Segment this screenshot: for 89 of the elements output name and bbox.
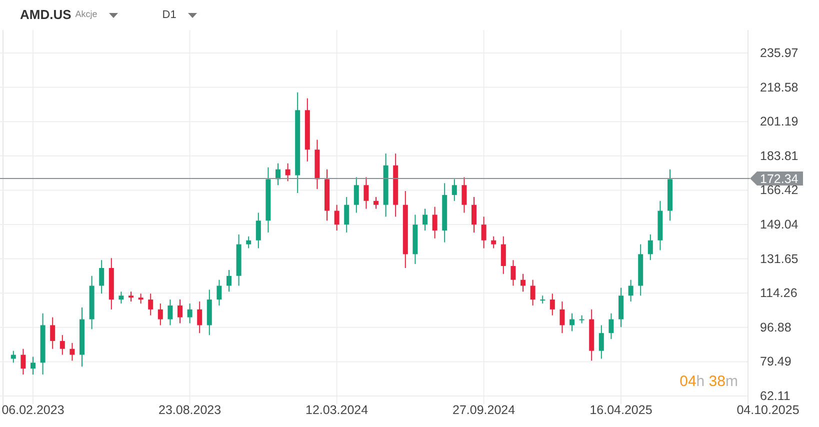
candlestick: [452, 178, 457, 202]
candlestick: [324, 168, 330, 222]
candlestick: [550, 293, 555, 316]
candlestick: [658, 200, 663, 251]
caret-icon[interactable]: [188, 12, 198, 18]
candlestick: [236, 234, 242, 286]
candlestick: [30, 356, 36, 376]
price-axis-label: 131.65: [760, 252, 798, 266]
date-axis-label: 06.02.2023: [2, 403, 64, 417]
asset-type-label: Akcje: [75, 8, 98, 22]
price-axis-label: 96.88: [760, 320, 792, 334]
candlestick: [481, 216, 486, 249]
candlestick: [570, 312, 574, 332]
candlestick: [344, 196, 350, 233]
candlestick: [579, 314, 584, 324]
candlestick: [304, 98, 310, 162]
date-axis-label: 27.09.2024: [452, 403, 516, 417]
price-axis-label: 62.11: [760, 389, 790, 403]
candlestick: [276, 162, 280, 186]
candlestick: [226, 269, 232, 292]
candlestick: [178, 299, 182, 324]
candlestick: [187, 303, 192, 324]
candlestick: [80, 306, 84, 368]
price-axis-label: 149.04: [760, 218, 798, 232]
date-axis-label: 16.04.2025: [590, 403, 652, 417]
symbol-label: AMD.US: [20, 6, 72, 24]
countdown-timer: 04h 38m: [680, 373, 738, 390]
candlestick: [108, 258, 114, 310]
candlestick: [364, 176, 369, 210]
candlestick: [285, 162, 290, 182]
candlestick: [530, 279, 536, 306]
candlestick: [589, 308, 594, 362]
price-axis-label: 79.49: [760, 354, 792, 369]
candlestick: [618, 287, 624, 328]
candlestick: [168, 299, 173, 326]
candlestick: [99, 260, 104, 294]
candlestick: [60, 334, 65, 356]
candlestick: [472, 196, 476, 233]
caret-icon[interactable]: [109, 12, 118, 18]
candlestick: [314, 139, 320, 190]
price-axis-label: 235.97: [760, 46, 798, 60]
candlestick: [628, 279, 634, 302]
price-axis-label: 114.26: [760, 286, 798, 300]
candlestick: [598, 324, 604, 360]
candlestick: [383, 153, 388, 218]
candlestick: [540, 295, 546, 304]
candlestick: [158, 303, 163, 326]
candlestick: [560, 301, 565, 334]
price-axis-label: 201.19: [760, 114, 798, 129]
candlestick: [422, 208, 428, 231]
candlestick: [20, 348, 26, 376]
candlestick: [216, 279, 222, 306]
date-axis-label: 04.10.2025: [736, 403, 800, 417]
candlestick: [668, 168, 672, 222]
candlestick: [354, 176, 359, 214]
candlestick: [40, 312, 46, 376]
candlestick: [393, 153, 398, 218]
candlestick: [608, 312, 614, 340]
candlestick: [520, 273, 526, 292]
candlestick: [246, 236, 252, 249]
candlestick: [432, 206, 438, 239]
candlestick: [491, 236, 496, 249]
candlestick: [462, 176, 467, 214]
candlestick: [118, 291, 124, 304]
candlestick: [197, 301, 202, 334]
candlestick: [442, 182, 448, 243]
candlestick: [206, 289, 212, 336]
candlestick: [256, 212, 261, 249]
candlestick: [412, 214, 418, 265]
candlestick: [128, 291, 134, 302]
date-axis-label: 23.08.2023: [158, 403, 222, 417]
candlestick: [70, 342, 75, 362]
candlestick: [50, 316, 56, 350]
candlestick: [500, 236, 506, 274]
candlestick: [138, 293, 144, 304]
candlestick: [638, 244, 644, 296]
price-axis-label: 183.81: [760, 148, 798, 163]
candlestick: [334, 204, 340, 231]
candlestick: [510, 260, 516, 286]
interval-selector[interactable]: D1: [162, 6, 176, 24]
candlestick: [148, 293, 154, 316]
candlestick: [648, 234, 653, 261]
candlestick: [10, 350, 16, 364]
candlestick: [89, 275, 94, 330]
current-price-line: 172.34: [0, 172, 803, 186]
candlestick: [374, 196, 378, 210]
price-axis-label: 218.58: [760, 80, 798, 94]
date-axis-label: 12.03.2024: [306, 403, 368, 417]
candlestick: [266, 166, 271, 233]
